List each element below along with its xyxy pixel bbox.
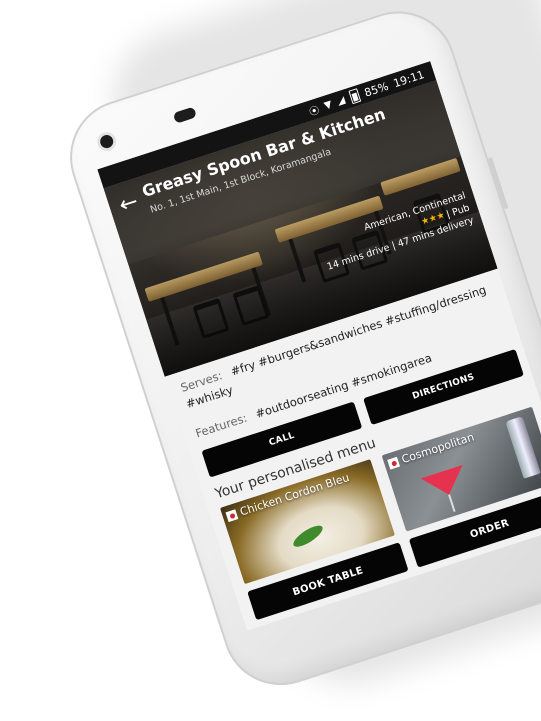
cocktail-glass-image bbox=[420, 464, 470, 502]
battery-level: 85% bbox=[362, 79, 390, 100]
features-label: Features: bbox=[193, 410, 249, 441]
signal-icon: ◢ bbox=[335, 94, 347, 108]
phone-device: ⦿ ▼ ◢ 85% 19:11 ← Greasy Spoon Bar & Kit… bbox=[55, 0, 541, 701]
menu-item-name: Cosmopolitan bbox=[400, 430, 476, 467]
shaker-image bbox=[505, 416, 541, 479]
battery-icon bbox=[348, 88, 362, 105]
app-screen: ⦿ ▼ ◢ 85% 19:11 ← Greasy Spoon Bar & Kit… bbox=[97, 61, 541, 631]
garnish-image bbox=[290, 521, 326, 551]
earpiece-speaker bbox=[172, 106, 198, 124]
front-camera bbox=[98, 133, 115, 150]
location-icon: ⦿ bbox=[308, 104, 321, 119]
non-veg-icon bbox=[387, 456, 400, 470]
non-veg-icon bbox=[225, 509, 239, 522]
wifi-icon: ▼ bbox=[322, 98, 334, 112]
